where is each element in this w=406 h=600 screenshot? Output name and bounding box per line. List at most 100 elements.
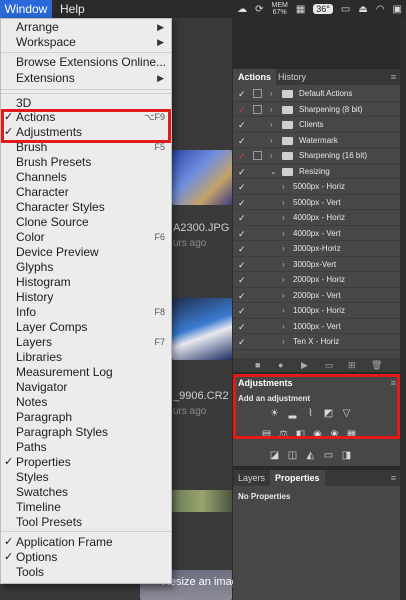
sync-icon[interactable]: ⟳ bbox=[255, 4, 263, 15]
menu-item-timeline[interactable]: Timeline bbox=[1, 500, 171, 515]
action-row-resizing[interactable]: ✓ ⌄ Resizing bbox=[233, 164, 400, 179]
dialog-toggle-icon[interactable] bbox=[253, 104, 262, 114]
action-row-default-actions[interactable]: ✓ › Default Actions bbox=[233, 86, 400, 102]
expand-arrow-icon[interactable]: › bbox=[282, 229, 285, 238]
action-row-4000px-horiz[interactable]: ✓ › 4000px - Horiz bbox=[233, 210, 400, 226]
action-toggle-checkmark-icon[interactable]: ✓ bbox=[238, 229, 246, 240]
menu-item-channels[interactable]: Channels bbox=[1, 170, 171, 185]
action-row-2000px-vert[interactable]: ✓ › 2000px - Vert bbox=[233, 288, 400, 303]
action-toggle-checkmark-icon[interactable]: ✓ bbox=[238, 213, 246, 224]
menu-item-libraries[interactable]: Libraries bbox=[1, 350, 171, 365]
expand-arrow-icon[interactable]: › bbox=[270, 136, 273, 145]
thumbnail-image[interactable] bbox=[172, 298, 232, 360]
menu-item-layer-comps[interactable]: Layer Comps bbox=[1, 320, 171, 335]
expand-arrow-icon[interactable]: › bbox=[282, 260, 285, 269]
expand-arrow-icon[interactable]: › bbox=[270, 89, 273, 98]
creative-cloud-icon[interactable]: ☁ bbox=[237, 4, 247, 15]
menu-item-styles[interactable]: Styles bbox=[1, 470, 171, 485]
help-menu[interactable]: Help bbox=[56, 0, 89, 18]
temperature-indicator[interactable]: 36° bbox=[313, 4, 333, 14]
new-action-icon[interactable]: ⊞ bbox=[348, 360, 356, 371]
tab-properties[interactable]: Properties bbox=[270, 470, 325, 486]
tab-actions[interactable]: Actions bbox=[233, 69, 277, 85]
expand-arrow-icon[interactable]: › bbox=[282, 306, 285, 315]
menu-item-character[interactable]: Character bbox=[1, 185, 171, 200]
menu-item-tool-presets[interactable]: Tool Presets bbox=[1, 515, 171, 530]
action-row-5000px-horiz[interactable]: ✓ › 5000px - Horiz bbox=[233, 179, 400, 195]
play-icon[interactable]: ▶ bbox=[301, 360, 308, 371]
trash-icon[interactable]: 🗑 bbox=[371, 360, 382, 371]
menu-item-paragraph-styles[interactable]: Paragraph Styles bbox=[1, 425, 171, 440]
panel-menu-icon[interactable]: ≡ bbox=[391, 473, 396, 483]
wifi-icon[interactable]: ◠ bbox=[376, 4, 385, 15]
expand-arrow-icon[interactable]: › bbox=[282, 198, 285, 207]
action-toggle-checkmark-icon[interactable]: ✓ bbox=[238, 244, 246, 255]
action-row-sharpening-16-bit[interactable]: ✓ › Sharpening (16 bit) bbox=[233, 148, 400, 164]
menu-item-properties[interactable]: ✓ Properties bbox=[1, 455, 171, 470]
expand-arrow-icon[interactable]: › bbox=[270, 105, 273, 114]
record-icon[interactable]: ● bbox=[278, 360, 283, 370]
menu-item-browse-extensions-online[interactable]: Browse Extensions Online... bbox=[1, 55, 171, 70]
action-row-ten-x-horiz[interactable]: ✓ › Ten X - Horiz bbox=[233, 334, 400, 350]
invert-icon[interactable]: ◪ bbox=[269, 451, 280, 461]
menu-item-character-styles[interactable]: Character Styles bbox=[1, 200, 171, 215]
posterize-icon[interactable]: ◫ bbox=[287, 451, 298, 461]
action-toggle-checkmark-icon[interactable]: ✓ bbox=[238, 260, 246, 271]
tab-history[interactable]: History bbox=[273, 69, 311, 85]
menu-item-clone-source[interactable]: Clone Source bbox=[1, 215, 171, 230]
action-toggle-checkmark-icon[interactable]: ✓ bbox=[238, 337, 246, 348]
menu-item-measurement-log[interactable]: Measurement Log bbox=[1, 365, 171, 380]
action-row-watermark[interactable]: ✓ › Watermark bbox=[233, 133, 400, 148]
expand-arrow-icon[interactable]: › bbox=[282, 291, 285, 300]
action-row-sharpening-8-bit[interactable]: ✓ › Sharpening (8 bit) bbox=[233, 102, 400, 117]
stop-icon[interactable]: ■ bbox=[255, 360, 260, 370]
menu-item-info[interactable]: Info F8 bbox=[1, 305, 171, 320]
expand-arrow-icon[interactable]: › bbox=[270, 120, 273, 129]
expand-arrow-icon[interactable]: › bbox=[282, 322, 285, 331]
action-toggle-checkmark-icon[interactable]: ✓ bbox=[238, 105, 246, 116]
thumbnail-image[interactable] bbox=[172, 490, 232, 512]
action-row-5000px-vert[interactable]: ✓ › 5000px - Vert bbox=[233, 195, 400, 210]
menu-item-swatches[interactable]: Swatches bbox=[1, 485, 171, 500]
action-row-4000px-vert[interactable]: ✓ › 4000px - Vert bbox=[233, 226, 400, 241]
cast-icon[interactable]: ⏏ bbox=[358, 4, 367, 15]
memory-indicator[interactable]: MEM 67% bbox=[271, 2, 287, 16]
action-row-clients[interactable]: ✓ › Clients bbox=[233, 117, 400, 133]
action-toggle-checkmark-icon[interactable]: ✓ bbox=[238, 306, 246, 317]
action-row-3000px-horiz[interactable]: ✓ › 3000px-Horiz bbox=[233, 241, 400, 257]
menu-item-workspace[interactable]: Workspace ▶ bbox=[1, 35, 171, 50]
panel-menu-icon[interactable]: ≡ bbox=[391, 72, 396, 82]
menu-item-layers[interactable]: Layers F7 bbox=[1, 335, 171, 350]
action-toggle-checkmark-icon[interactable]: ✓ bbox=[238, 167, 246, 178]
action-toggle-checkmark-icon[interactable]: ✓ bbox=[238, 198, 246, 209]
action-row-3000px-vert[interactable]: ✓ › 3000px-Vert bbox=[233, 257, 400, 272]
menu-item-notes[interactable]: Notes bbox=[1, 395, 171, 410]
new-set-icon[interactable]: ▭ bbox=[325, 360, 334, 371]
expand-arrow-icon[interactable]: › bbox=[282, 275, 285, 284]
selective-color-icon[interactable]: ◨ bbox=[341, 451, 352, 461]
menu-item-paragraph[interactable]: Paragraph bbox=[1, 410, 171, 425]
action-row-1000px-vert[interactable]: ✓ › 1000px - Vert bbox=[233, 319, 400, 334]
expand-arrow-icon[interactable]: › bbox=[282, 337, 285, 346]
action-toggle-checkmark-icon[interactable]: ✓ bbox=[238, 120, 246, 131]
menu-item-paths[interactable]: Paths bbox=[1, 440, 171, 455]
gradient-map-icon[interactable]: ▭ bbox=[323, 451, 334, 461]
menu-item-history[interactable]: History bbox=[1, 290, 171, 305]
menu-item-tools[interactable]: Tools bbox=[1, 565, 171, 580]
dialog-toggle-icon[interactable] bbox=[253, 151, 262, 160]
menu-item-device-preview[interactable]: Device Preview bbox=[1, 245, 171, 260]
expand-open-icon[interactable]: ⌄ bbox=[270, 167, 277, 176]
dialog-toggle-icon[interactable] bbox=[253, 89, 262, 98]
action-row-1000px-horiz[interactable]: ✓ › 1000px - Horiz bbox=[233, 303, 400, 319]
menu-item-application-frame[interactable]: ✓ Application Frame bbox=[1, 535, 171, 550]
menu-item-arrange[interactable]: Arrange ▶ bbox=[1, 20, 171, 35]
menu-item-navigator[interactable]: Navigator bbox=[1, 380, 171, 395]
menu-item-histogram[interactable]: Histogram bbox=[1, 275, 171, 290]
menu-item-brush-presets[interactable]: Brush Presets bbox=[1, 155, 171, 170]
action-toggle-checkmark-icon[interactable]: ✓ bbox=[238, 151, 246, 162]
action-toggle-checkmark-icon[interactable]: ✓ bbox=[238, 291, 246, 302]
action-toggle-checkmark-icon[interactable]: ✓ bbox=[238, 89, 246, 100]
thumbnail-image[interactable] bbox=[172, 150, 232, 205]
menu-item-color[interactable]: Color F6 bbox=[1, 230, 171, 245]
threshold-icon[interactable]: ◭ bbox=[305, 451, 316, 461]
